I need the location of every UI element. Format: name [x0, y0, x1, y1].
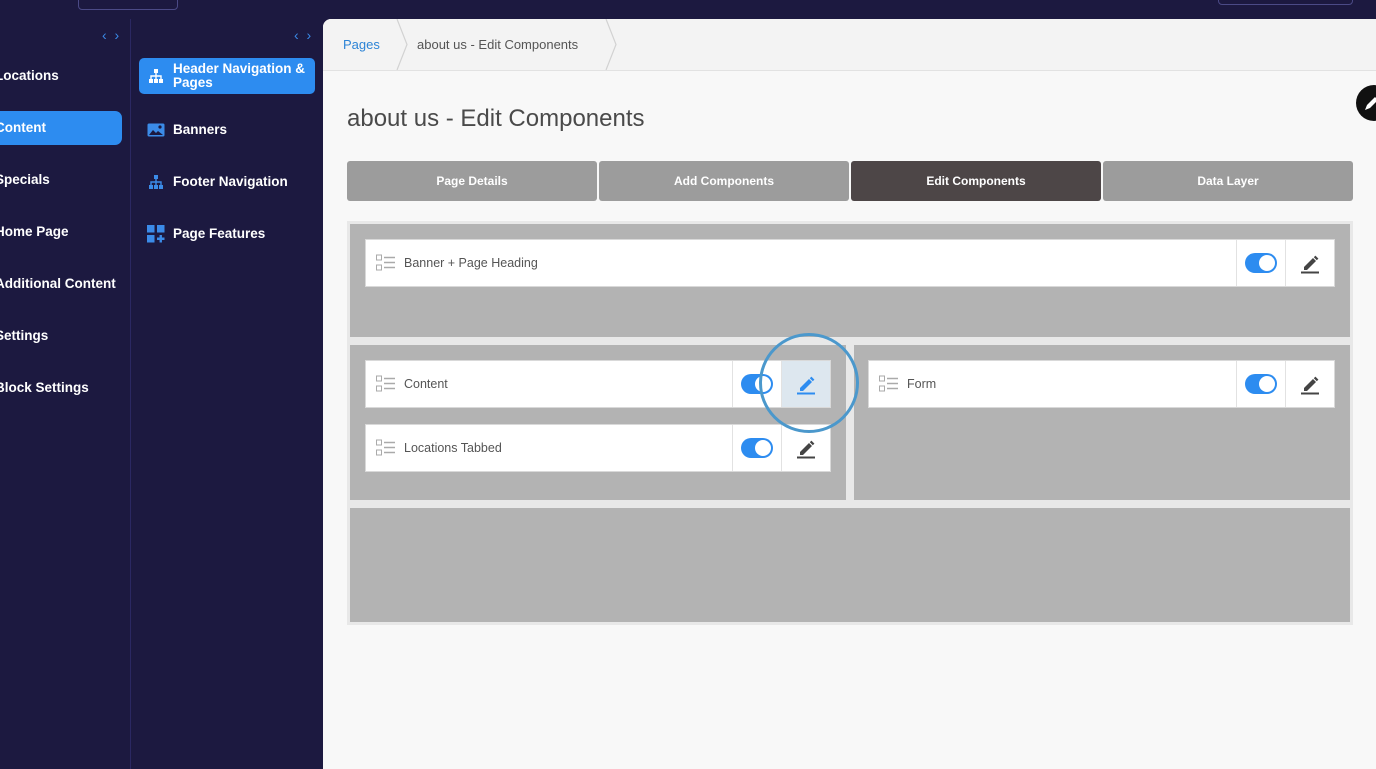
- subnav-item-footer-navigation[interactable]: Footer Navigation: [139, 164, 315, 200]
- toggle-cell: [1236, 361, 1285, 407]
- top-bar-button-right[interactable]: [1218, 0, 1353, 5]
- subnav-item-header-navigation[interactable]: Header Navigation & Pages: [139, 58, 315, 94]
- pencil-icon: [797, 440, 815, 459]
- click-highlight-ring: [759, 333, 859, 433]
- sidebar-item-label: Locations: [0, 68, 59, 83]
- sidebar-item-settings[interactable]: Settings: [0, 319, 122, 353]
- visibility-toggle[interactable]: [1245, 374, 1277, 394]
- tab-page-details[interactable]: Page Details: [347, 161, 597, 201]
- component-locations-tabbed[interactable]: Locations Tabbed: [365, 424, 831, 472]
- sidebar-item-home-page[interactable]: Home Page: [0, 215, 122, 249]
- pencil-icon: [1301, 376, 1319, 395]
- edit-button[interactable]: [1285, 361, 1334, 407]
- subnav-item-banners[interactable]: Banners: [139, 112, 315, 148]
- sidebar-item-label: Home Page: [0, 224, 69, 239]
- sitemap-icon: [147, 67, 165, 85]
- secondary-sidebar: ‹ › Header Navigation & Pages Banners Fo…: [131, 19, 323, 769]
- tab-data-layer[interactable]: Data Layer: [1103, 161, 1353, 201]
- component-name: Banner + Page Heading: [404, 256, 538, 270]
- sidebar-item-additional-content[interactable]: Additional Content: [0, 267, 122, 301]
- checklist-icon[interactable]: [879, 375, 899, 393]
- collapse-toggle-secondary[interactable]: ‹ ›: [294, 27, 313, 43]
- sitemap-icon: [147, 173, 165, 191]
- checklist-icon[interactable]: [376, 375, 396, 393]
- subnav-item-page-features[interactable]: Page Features: [139, 216, 315, 252]
- sidebar-item-content[interactable]: Content: [0, 111, 122, 145]
- checklist-icon[interactable]: [376, 439, 396, 457]
- edit-button[interactable]: [1285, 240, 1334, 286]
- subnav-item-label: Footer Navigation: [173, 174, 288, 189]
- drop-zone-row-3[interactable]: [350, 508, 1350, 622]
- component-form[interactable]: Form: [868, 360, 1335, 408]
- sidebar-item-label: Content: [0, 120, 46, 135]
- sidebar-item-label: Settings: [0, 328, 49, 343]
- sidebar-item-locations[interactable]: Locations: [0, 59, 122, 93]
- image-icon: [147, 121, 165, 139]
- breadcrumb: Pages about us - Edit Components: [323, 19, 1376, 71]
- component-name: Content: [404, 377, 448, 391]
- grid-plus-icon: [147, 225, 165, 243]
- component-banner-page-heading[interactable]: Banner + Page Heading: [365, 239, 1335, 287]
- sidebar-item-block-settings[interactable]: Block Settings: [0, 371, 122, 405]
- subnav-item-label: Banners: [173, 122, 228, 137]
- pencil-icon: [1365, 97, 1376, 110]
- primary-sidebar: ‹ › Locations Content Specials Home Page…: [0, 19, 131, 769]
- pencil-icon: [1301, 255, 1319, 274]
- visibility-toggle[interactable]: [1245, 253, 1277, 273]
- breadcrumb-pages-link[interactable]: Pages: [343, 37, 380, 52]
- breadcrumb-separator: [396, 19, 408, 70]
- subnav-item-label: Page Features: [173, 226, 266, 241]
- tab-edit-components[interactable]: Edit Components: [851, 161, 1101, 201]
- breadcrumb-separator: [605, 19, 617, 70]
- page-title: about us - Edit Components: [347, 105, 645, 132]
- breadcrumb-current: about us - Edit Components: [417, 37, 579, 52]
- component-name: Locations Tabbed: [404, 441, 502, 455]
- collapse-toggle-primary[interactable]: ‹ ›: [102, 27, 121, 43]
- toggle-cell: [732, 425, 781, 471]
- components-canvas: Banner + Page Heading Content Locations …: [347, 221, 1353, 625]
- tab-add-components[interactable]: Add Components: [599, 161, 849, 201]
- sidebar-item-label: Additional Content: [0, 276, 116, 291]
- visibility-toggle[interactable]: [741, 438, 773, 458]
- top-bar-button-left[interactable]: [78, 0, 178, 10]
- tab-bar: Page Details Add Components Edit Compone…: [347, 161, 1353, 201]
- component-name: Form: [907, 377, 937, 391]
- subnav-item-label: Header Navigation & Pages: [173, 61, 306, 90]
- toggle-cell: [1236, 240, 1285, 286]
- sidebar-item-label: Specials: [0, 172, 50, 187]
- sidebar-item-specials[interactable]: Specials: [0, 163, 122, 197]
- sidebar-item-label: Block Settings: [0, 380, 89, 395]
- checklist-icon[interactable]: [376, 254, 396, 272]
- top-bar: [0, 0, 1376, 19]
